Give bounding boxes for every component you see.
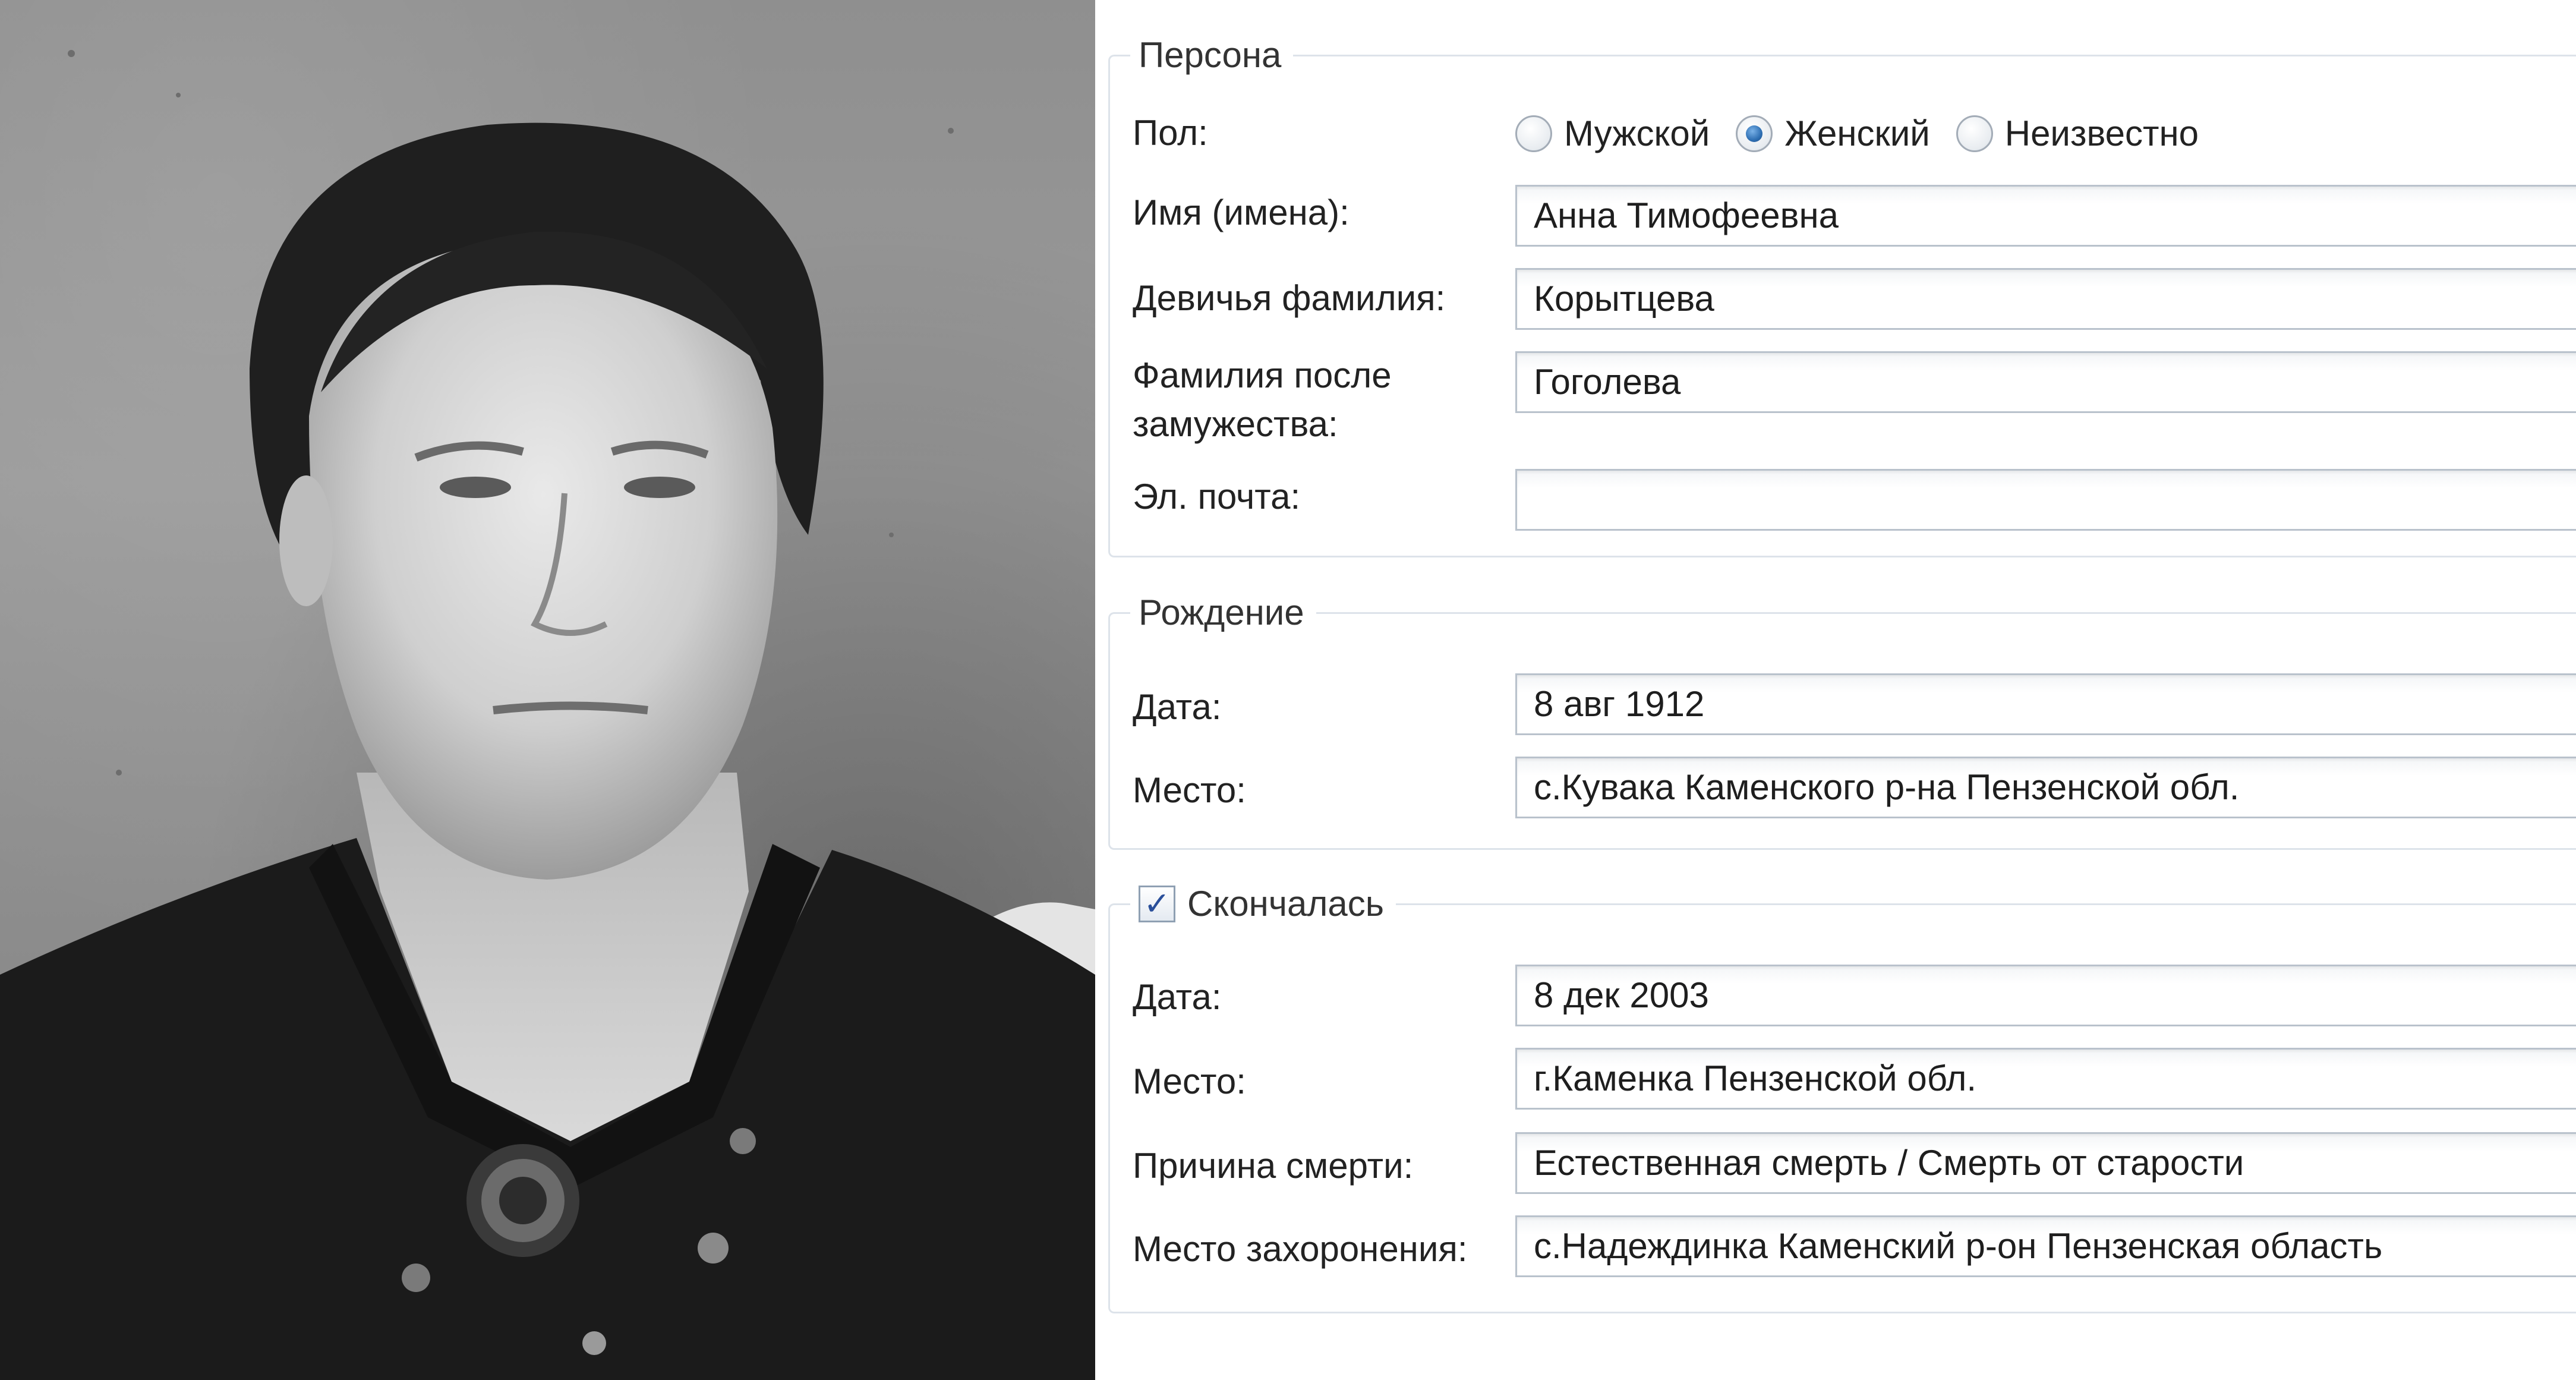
radio-unknown-label: Неизвестно xyxy=(2004,114,2199,153)
death-cause-label: Причина смерти: xyxy=(1133,1146,1414,1186)
death-cause-input[interactable]: Естественная смерть / Смерть от старости xyxy=(1515,1132,2576,1194)
deceased-checkbox[interactable]: ✓ xyxy=(1139,886,1175,922)
portrait-image xyxy=(0,50,1095,1380)
birth-date-input[interactable]: 8 авг 1912 xyxy=(1515,673,2576,735)
radio-male-label: Мужской xyxy=(1564,114,1710,153)
birth-place-label: Место: xyxy=(1133,770,1246,810)
death-place-input[interactable]: г.Каменка Пензенской обл. xyxy=(1515,1048,2576,1110)
radio-female[interactable] xyxy=(1736,115,1773,152)
deceased-label: Скончалась xyxy=(1187,884,1385,924)
death-date-input[interactable]: 8 дек 2003 xyxy=(1515,965,2576,1026)
birth-legend: Рождение xyxy=(1130,594,1316,632)
gender-option-male[interactable]: Мужской xyxy=(1515,109,1710,158)
radio-unknown[interactable] xyxy=(1956,115,1993,152)
gender-label: Пол: xyxy=(1133,113,1208,153)
death-date-label: Дата: xyxy=(1133,977,1222,1017)
birth-fieldset: Рождение Дата: 8 авг 1912 Место: с.Кувак… xyxy=(1108,594,2576,850)
given-names-input[interactable]: Анна Тимофеевна xyxy=(1515,185,2576,247)
gender-radio-group: Мужской Женский Неизвестно xyxy=(1515,103,2225,165)
maiden-name-label: Девичья фамилия: xyxy=(1133,278,1446,318)
email-label: Эл. почта: xyxy=(1133,477,1301,516)
married-name-label-line1: Фамилия после xyxy=(1133,355,1392,395)
screen: Персона Пол: Мужской Женский Неизвестно xyxy=(0,0,2576,1380)
radio-female-label: Женский xyxy=(1784,114,1930,153)
photo-divider xyxy=(1095,0,1102,1380)
given-names-label: Имя (имена): xyxy=(1133,193,1350,232)
married-name-input[interactable]: Гоголева xyxy=(1515,351,2576,413)
birth-date-label: Дата: xyxy=(1133,687,1222,727)
maiden-name-input[interactable]: Корытцева xyxy=(1515,268,2576,330)
gender-option-unknown[interactable]: Неизвестно xyxy=(1956,109,2199,158)
married-name-label-line2: замужества: xyxy=(1133,404,1338,444)
death-fieldset: ✓ Скончалась Дата: 8 дек 2003 Место: г.К… xyxy=(1108,885,2576,1313)
birth-place-input[interactable]: с.Кувака Каменского р-на Пензенской обл. xyxy=(1515,757,2576,818)
burial-place-input[interactable]: с.Надеждинка Каменский р-он Пензенская о… xyxy=(1515,1215,2576,1277)
person-form: Персона Пол: Мужской Женский Неизвестно xyxy=(1102,0,2576,1380)
portrait-photo xyxy=(0,0,1095,1380)
person-fieldset: Персона Пол: Мужской Женский Неизвестно xyxy=(1108,36,2576,557)
death-place-label: Место: xyxy=(1133,1061,1246,1101)
person-legend: Персона xyxy=(1130,36,1294,74)
email-input[interactable] xyxy=(1515,469,2576,531)
burial-place-label: Место захоронения: xyxy=(1133,1229,1468,1269)
radio-male[interactable] xyxy=(1515,115,1552,152)
gender-option-female[interactable]: Женский xyxy=(1736,109,1930,158)
death-legend[interactable]: ✓ Скончалась xyxy=(1130,885,1396,923)
